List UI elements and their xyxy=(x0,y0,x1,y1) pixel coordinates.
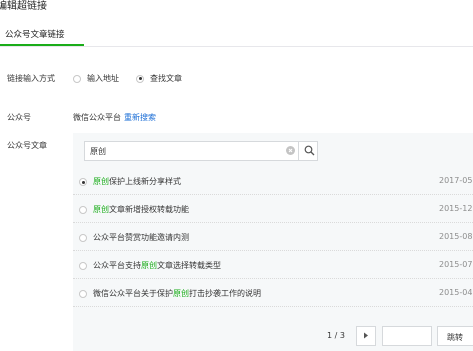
article-radio[interactable] xyxy=(79,234,87,242)
search-button[interactable] xyxy=(298,141,319,161)
list-item[interactable]: 公众平台赞赏功能邀请内测 2015-08 xyxy=(73,223,473,251)
article-date: 2015-04 xyxy=(439,288,473,297)
page-number-input[interactable] xyxy=(382,326,432,346)
list-item[interactable]: 原创文章新增授权转载功能 2015-12 xyxy=(73,195,473,223)
article-date: 2015-08 xyxy=(439,232,473,241)
article-radio[interactable] xyxy=(79,178,87,186)
article-title: 原创保护上线新分享样式 xyxy=(93,177,181,186)
radio-find-article-label: 查找文章 xyxy=(150,74,182,83)
article-radio[interactable] xyxy=(79,206,87,214)
list-item[interactable]: 原创保护上线新分享样式 2017-05 xyxy=(73,167,473,195)
jump-button[interactable]: 跳转 xyxy=(437,326,473,346)
research-link[interactable]: 重新搜索 xyxy=(124,113,156,122)
article-date: 2015-12 xyxy=(439,204,473,213)
tab-strip: 公众号文章链接 xyxy=(0,18,473,47)
active-tab-indicator xyxy=(0,44,84,46)
article-date: 2017-05 xyxy=(439,176,473,185)
account-value: 微信公众平台 重新搜索 xyxy=(73,112,156,123)
next-page-button[interactable] xyxy=(356,326,376,346)
caret-right-icon xyxy=(363,332,369,341)
article-title: 微信公众平台关于保护原创打击抄袭工作的说明 xyxy=(93,289,261,298)
search-icon xyxy=(304,145,315,158)
page-indicator: 1 / 3 xyxy=(327,331,345,340)
article-radio[interactable] xyxy=(79,290,87,298)
radio-enter-url-circle[interactable] xyxy=(73,74,81,83)
list-item[interactable]: 微信公众平台关于保护原创打击抄袭工作的说明 2015-04 xyxy=(73,279,473,307)
article-search-box xyxy=(84,141,318,161)
article-date: 2015-07 xyxy=(439,260,473,269)
article-radio[interactable] xyxy=(79,262,87,270)
link-input-label: 链接输入方式 xyxy=(7,74,55,83)
list-item[interactable]: 公众平台支持原创文章选择转载类型 2015-07 xyxy=(73,251,473,279)
radio-enter-url[interactable]: 输入地址 xyxy=(73,73,119,84)
article-search-input[interactable] xyxy=(90,142,290,160)
radio-enter-url-label: 输入地址 xyxy=(87,74,119,83)
article-title: 原创文章新增授权转载功能 xyxy=(93,205,189,214)
article-title: 公众平台赞赏功能邀请内测 xyxy=(93,233,189,242)
account-name: 微信公众平台 xyxy=(73,113,121,122)
account-label: 公众号 xyxy=(7,113,31,122)
article-label: 公众号文章 xyxy=(7,141,47,150)
clear-icon[interactable] xyxy=(286,146,295,155)
article-title: 公众平台支持原创文章选择转载类型 xyxy=(93,261,221,270)
article-results-list: 原创保护上线新分享样式 2017-05 原创文章新增授权转载功能 2015-12… xyxy=(73,167,473,307)
link-input-radio-group: 输入地址 查找文章 xyxy=(73,73,199,84)
radio-find-article-circle[interactable] xyxy=(136,74,144,83)
dialog-title: 编辑超链接 xyxy=(0,1,47,12)
radio-find-article[interactable]: 查找文章 xyxy=(136,73,182,84)
